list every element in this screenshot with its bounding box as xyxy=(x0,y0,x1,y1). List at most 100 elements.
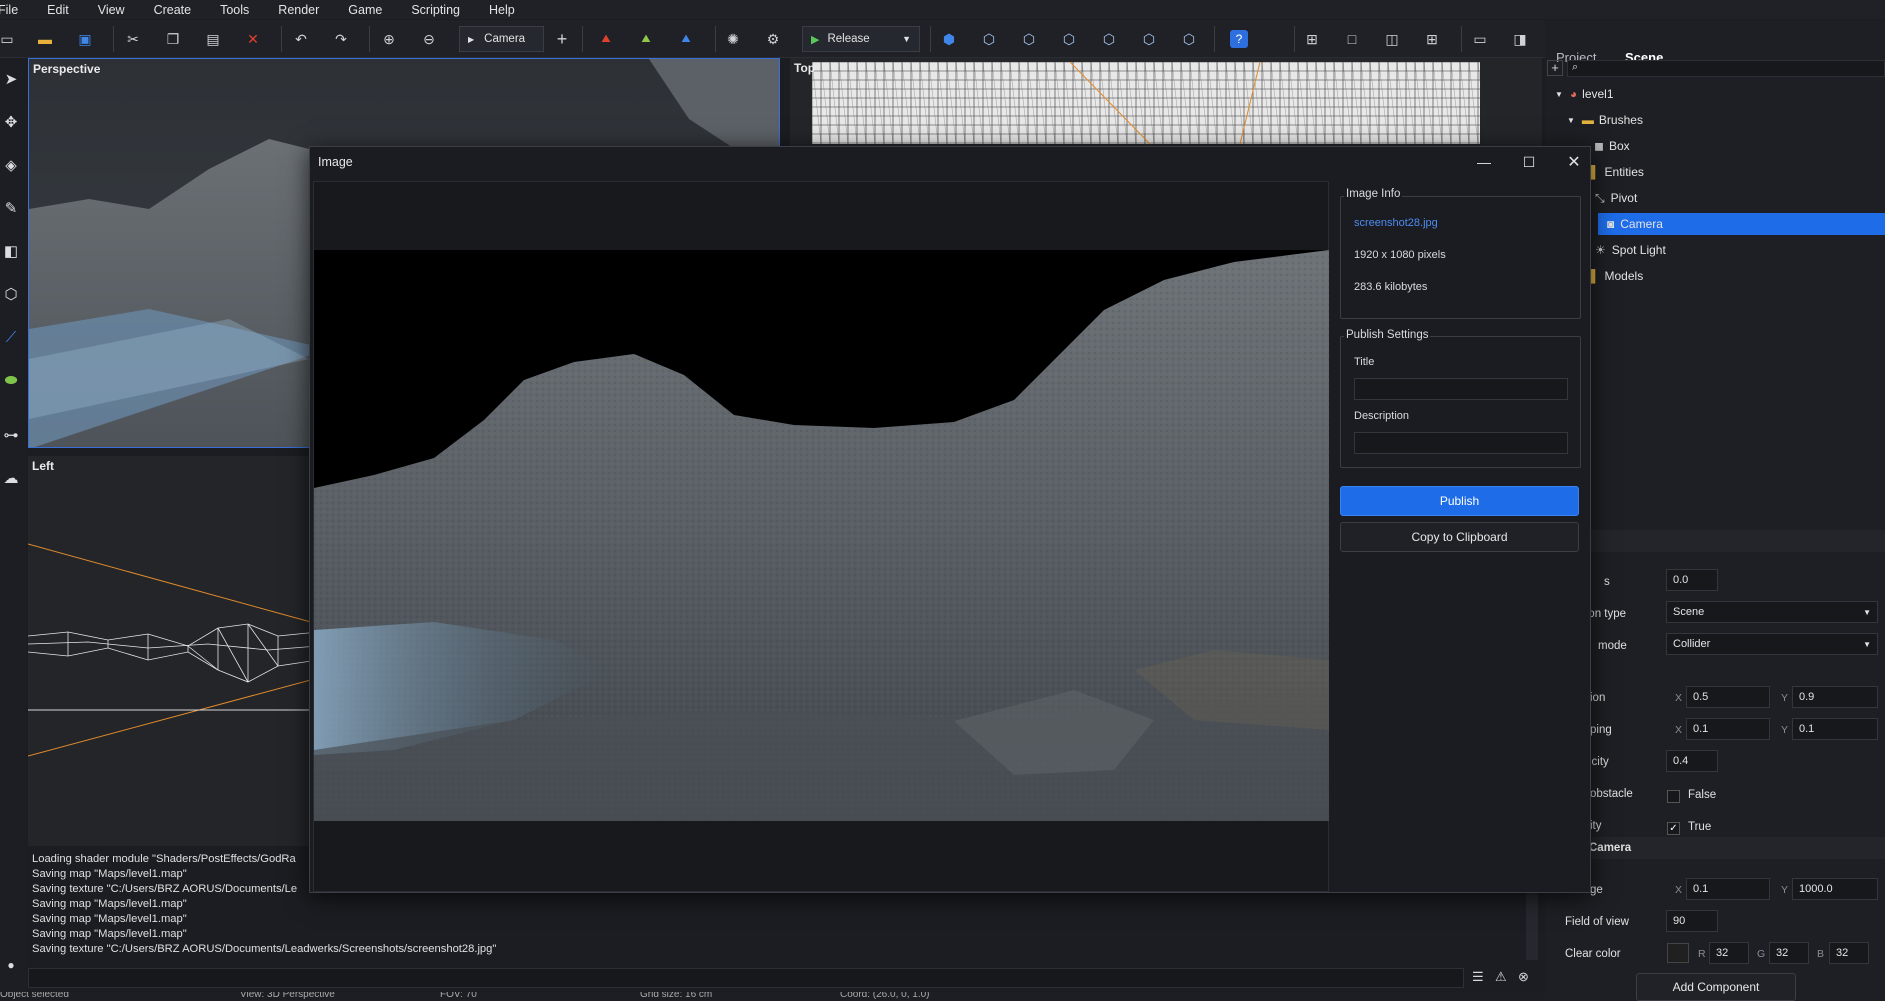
publish-button[interactable]: Publish xyxy=(1340,486,1579,516)
tree-item-camera[interactable]: ◙ Camera xyxy=(1598,213,1885,235)
select-arrow-icon[interactable]: ➤ xyxy=(0,68,22,90)
avatar[interactable]: ● xyxy=(0,954,22,976)
light-settings-icon[interactable]: ✺ xyxy=(718,26,748,52)
mass-field[interactable]: 0.0 xyxy=(1666,569,1718,591)
clear-color-b-field[interactable]: 32 xyxy=(1829,942,1869,964)
search-input[interactable]: ⌕ xyxy=(1567,60,1885,77)
terrain-tool-icon[interactable]: ⬬ xyxy=(0,369,22,391)
copy-icon[interactable]: ❐ xyxy=(158,26,188,52)
add-icon[interactable]: + xyxy=(1547,60,1563,76)
tree-item-pivot[interactable]: ⤡ Pivot xyxy=(1595,187,1637,209)
range-near-field[interactable]: 0.1 xyxy=(1686,878,1770,900)
menu-game[interactable]: Game xyxy=(348,3,393,17)
toggle-side-panel-icon[interactable]: ◨ xyxy=(1505,26,1535,52)
toggle-bottom-panel-icon[interactable]: ▭ xyxy=(1465,26,1495,52)
nav-mode-select[interactable]: Collider ▼ xyxy=(1666,633,1878,655)
axis-r-label: R xyxy=(1698,948,1706,960)
layout-quad-icon[interactable]: ⊞ xyxy=(1297,26,1327,52)
close-icon[interactable]: ✕ xyxy=(1558,151,1590,173)
cube-icon[interactable]: ⬡ xyxy=(1054,26,1084,52)
damping-y-field[interactable]: 0.1 xyxy=(1792,718,1878,740)
delete-icon[interactable]: ✕ xyxy=(238,26,268,52)
copy-to-clipboard-button[interactable]: Copy to Clipboard xyxy=(1340,522,1579,552)
menu-render[interactable]: Render xyxy=(278,3,330,17)
friction-x-field[interactable]: 0.5 xyxy=(1686,686,1770,708)
edit-tool-icon[interactable]: ✎ xyxy=(0,197,22,219)
folder-icon: ▌ xyxy=(1591,269,1600,283)
layout-single-icon[interactable]: □ xyxy=(1337,26,1367,52)
title-input[interactable] xyxy=(1354,378,1568,400)
cube-icon[interactable]: ⬡ xyxy=(1134,26,1164,52)
zoom-out-icon[interactable]: ⊖ xyxy=(414,26,444,52)
collision-type-select[interactable]: Scene ▼ xyxy=(1666,601,1878,623)
fov-field[interactable]: 90 xyxy=(1666,910,1718,932)
box-tool-icon[interactable]: ◧ xyxy=(0,240,22,262)
clear-color-g-field[interactable]: 32 xyxy=(1769,942,1809,964)
menu-file[interactable]: File xyxy=(0,3,29,17)
tree-item-brushes[interactable]: ▼ ▬ Brushes xyxy=(1567,109,1643,131)
tree-item-models[interactable]: ▌ Models xyxy=(1591,265,1643,287)
elasticity-field[interactable]: 0.4 xyxy=(1666,750,1718,772)
gravity-checkbox[interactable]: ✓ xyxy=(1667,822,1680,835)
add-camera-icon[interactable]: + xyxy=(547,26,577,52)
cube-icon[interactable]: ⬡ xyxy=(1014,26,1044,52)
menu-tools[interactable]: Tools xyxy=(220,3,260,17)
image-filesize: 283.6 kilobytes xyxy=(1354,281,1428,293)
save-icon[interactable]: ▣ xyxy=(70,26,100,52)
camera-dropdown[interactable]: ▶ Camera xyxy=(459,26,544,52)
damping-x-field[interactable]: 0.1 xyxy=(1686,718,1770,740)
warning-icon[interactable]: ⚠ xyxy=(1495,969,1507,985)
tree-item-level1[interactable]: ▼ ◕ level1 xyxy=(1555,83,1614,105)
menu-view[interactable]: View xyxy=(98,3,136,17)
release-dropdown[interactable]: ▶ Release ▼ xyxy=(802,26,920,52)
line-tool-icon[interactable]: ⟋ xyxy=(0,326,22,348)
filename-link[interactable]: screenshot28.jpg xyxy=(1354,217,1438,229)
obstacle-checkbox[interactable] xyxy=(1667,790,1680,803)
range-far-field[interactable]: 1000.0 xyxy=(1792,878,1878,900)
clear-color-swatch[interactable] xyxy=(1667,943,1689,963)
status-fov: FOV: 70 xyxy=(440,992,477,1000)
toolbar-separator xyxy=(930,26,931,52)
cube-icon[interactable]: ⬡ xyxy=(1094,26,1124,52)
description-input[interactable] xyxy=(1354,432,1568,454)
terrain-sculpt-red-icon[interactable]: ⛰ xyxy=(591,26,621,52)
paste-icon[interactable]: ▤ xyxy=(198,26,228,52)
new-file-icon[interactable]: ▭ xyxy=(0,26,22,52)
clear-color-r-field[interactable]: 32 xyxy=(1709,942,1749,964)
brush-tool-icon[interactable]: ◈ xyxy=(0,154,22,176)
open-folder-icon[interactable]: ▬ xyxy=(30,26,60,52)
zoom-in-icon[interactable]: ⊕ xyxy=(374,26,404,52)
hexagon-filled-icon[interactable]: ⬢ xyxy=(934,26,964,52)
camera-section-header[interactable] xyxy=(1590,837,1885,859)
cloud-publish-icon[interactable]: ☁ xyxy=(0,467,22,489)
gear-icon[interactable]: ⚙ xyxy=(758,26,788,52)
maximize-icon[interactable]: ☐ xyxy=(1513,151,1545,173)
undo-icon[interactable]: ↶ xyxy=(286,26,316,52)
menu-scripting[interactable]: Scripting xyxy=(411,3,471,17)
layout-triple-icon[interactable]: ⊞ xyxy=(1417,26,1447,52)
move-icon[interactable]: ✥ xyxy=(0,111,22,133)
help-icon[interactable]: ? xyxy=(1224,26,1254,52)
friction-y-field[interactable]: 0.9 xyxy=(1792,686,1878,708)
cube-icon[interactable]: ⬡ xyxy=(974,26,1004,52)
redo-icon[interactable]: ↷ xyxy=(326,26,356,52)
add-component-button[interactable]: Add Component xyxy=(1636,973,1796,1001)
terrain-sculpt-blue-icon[interactable]: ⛰ xyxy=(671,26,701,52)
cut-icon[interactable]: ✂ xyxy=(118,26,148,52)
tree-item-spotlight[interactable]: ☀ Spot Light xyxy=(1595,239,1666,261)
clear-icon[interactable]: ⊗ xyxy=(1518,969,1529,985)
minimize-icon[interactable]: — xyxy=(1468,151,1500,173)
menu-create[interactable]: Create xyxy=(154,3,203,17)
menu-edit[interactable]: Edit xyxy=(47,3,80,17)
menu-help[interactable]: Help xyxy=(489,3,526,17)
list-icon[interactable]: ☰ xyxy=(1472,969,1484,985)
tree-item-entities[interactable]: ▌ Entities xyxy=(1591,161,1644,183)
hierarchy-icon[interactable]: ⊶ xyxy=(0,424,22,446)
layout-split-icon[interactable]: ◫ xyxy=(1377,26,1407,52)
dialog-titlebar[interactable]: Image xyxy=(310,147,1590,177)
tree-item-box[interactable]: ◼ Box xyxy=(1594,135,1630,157)
cube-icon[interactable]: ⬡ xyxy=(1174,26,1204,52)
console-command-input[interactable] xyxy=(28,968,1464,988)
wedge-tool-icon[interactable]: ⬡ xyxy=(0,283,22,305)
terrain-sculpt-green-icon[interactable]: ⛰ xyxy=(631,26,661,52)
